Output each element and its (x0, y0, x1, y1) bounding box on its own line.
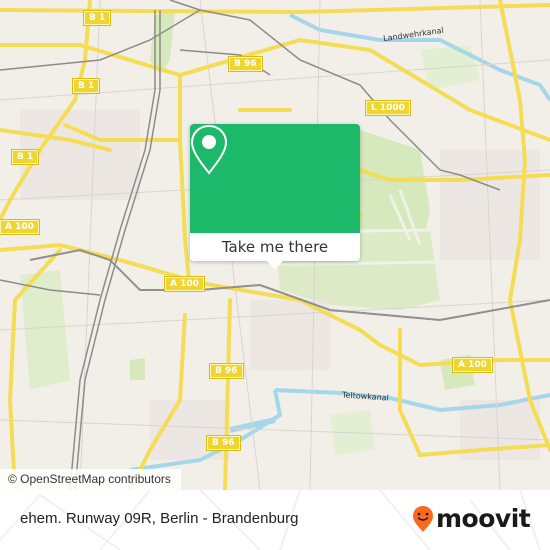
moovit-logo[interactable]: moovit (412, 504, 531, 534)
road-shield-b96: B 96 (206, 435, 241, 451)
map-attribution[interactable]: © OpenStreetMap contributors (0, 469, 181, 490)
popup-pointer (267, 261, 283, 269)
road-shield-l1000: L 1000 (365, 100, 411, 116)
location-pin-icon (190, 124, 228, 175)
popup-header (190, 124, 360, 233)
road-shield-b96: B 96 (209, 363, 244, 379)
take-me-there-button[interactable]: Take me there (190, 233, 360, 261)
location-popup: Take me there (190, 124, 360, 269)
road-shield-a100: A 100 (164, 276, 205, 292)
road-shield-a100: A 100 (452, 357, 493, 373)
map[interactable]: B 1 B 1 B 1 B 96 L 1000 A 100 A 100 A 10… (0, 0, 550, 490)
road-shield-b1: B 1 (82, 10, 112, 26)
moovit-pin-icon (413, 506, 433, 532)
road-shield-b1: B 1 (10, 149, 40, 165)
road-shield-a100: A 100 (0, 219, 40, 235)
place-name: ehem. Runway 09R, Berlin - Brandenburg (20, 510, 299, 527)
footer: ehem. Runway 09R, Berlin - Brandenburg m… (0, 490, 550, 550)
moovit-wordmark: moovit (436, 504, 531, 533)
road-shield-b1: B 1 (71, 78, 101, 94)
road-shield-b96: B 96 (228, 56, 263, 72)
